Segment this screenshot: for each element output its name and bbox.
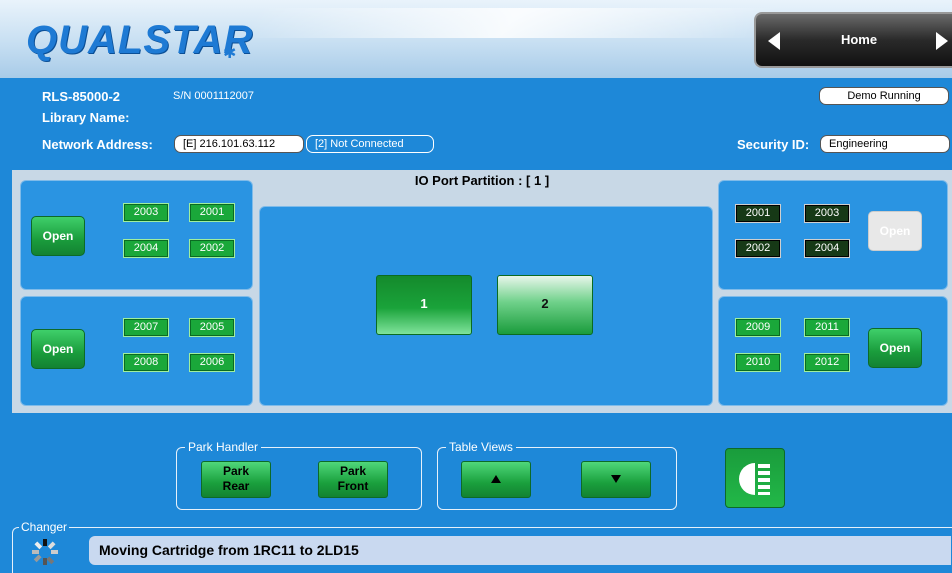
slot[interactable]: 2004 xyxy=(804,239,850,258)
park-handler-group: Park Handler Park Rear Park Front xyxy=(176,440,422,510)
open-magazine-button[interactable]: Open xyxy=(868,211,922,251)
header: QUALSTAR ✱ Home xyxy=(0,0,952,78)
partition-panel: IO Port Partition : [ 1 ] Open 2003 2001… xyxy=(12,170,952,413)
io-port-panel: 1 2 xyxy=(259,206,713,406)
network-status-field[interactable]: [2] Not Connected xyxy=(306,135,434,153)
park-handler-legend: Park Handler xyxy=(185,440,262,454)
loading-spinner-icon xyxy=(32,539,58,565)
qualstar-logo: QUALSTAR xyxy=(26,18,254,62)
network-address-label: Network Address: xyxy=(42,137,153,152)
chevron-right-icon[interactable] xyxy=(936,32,948,50)
slot[interactable]: 2002 xyxy=(735,239,781,258)
light-toggle-button[interactable] xyxy=(725,448,785,508)
slot[interactable]: 2008 xyxy=(123,353,169,372)
park-front-button[interactable]: Park Front xyxy=(318,461,388,498)
library-name-label: Library Name: xyxy=(42,110,130,125)
park-rear-button[interactable]: Park Rear xyxy=(201,461,271,498)
table-views-legend: Table Views xyxy=(446,440,516,454)
open-magazine-button[interactable]: Open xyxy=(31,329,85,369)
security-id-field[interactable]: Engineering xyxy=(820,135,950,153)
slot[interactable]: 2010 xyxy=(735,353,781,372)
park-rear-line1: Park xyxy=(222,464,250,478)
model-name: RLS-85000-2 xyxy=(42,89,121,104)
slot[interactable]: 2012 xyxy=(804,353,850,372)
changer-group: Changer Moving Cartridge from 1RC11 to 2… xyxy=(12,520,952,573)
io-port-1-button[interactable]: 1 xyxy=(376,275,472,335)
headlight-icon xyxy=(739,463,770,495)
park-front-line1: Park xyxy=(339,464,367,478)
slot[interactable]: 2001 xyxy=(735,204,781,223)
slot[interactable]: 2006 xyxy=(189,353,235,372)
table-down-button[interactable] xyxy=(581,461,651,498)
park-rear-line2: Rear xyxy=(222,479,250,493)
slot[interactable]: 2011 xyxy=(804,318,850,337)
network-ip-field[interactable]: [E] 216.101.63.112 xyxy=(174,135,304,153)
logo-star-icon: ✱ xyxy=(223,45,237,62)
changer-legend: Changer xyxy=(19,520,70,534)
slot[interactable]: 2007 xyxy=(123,318,169,337)
table-up-button[interactable] xyxy=(461,461,531,498)
header-swoosh xyxy=(239,8,781,38)
triangle-up-icon xyxy=(491,475,501,483)
io-port-2-button[interactable]: 2 xyxy=(497,275,593,335)
slot[interactable]: 2004 xyxy=(123,239,169,258)
changer-status: Moving Cartridge from 1RC11 to 2LD15 xyxy=(89,536,951,565)
magazine-right-bottom: 2009 2011 2010 2012 Open xyxy=(718,296,948,406)
home-label[interactable]: Home xyxy=(756,32,952,47)
slot[interactable]: 2002 xyxy=(189,239,235,258)
open-magazine-button[interactable]: Open xyxy=(868,328,922,368)
library-info: RLS-85000-2 S/N 0001112007 Library Name:… xyxy=(0,78,952,170)
table-views-group: Table Views xyxy=(437,440,677,510)
run-status-badge: Demo Running xyxy=(819,87,949,105)
magazine-right-top: 2001 2003 2002 2004 Open xyxy=(718,180,948,290)
magazine-left-bottom: Open 2007 2005 2008 2006 xyxy=(20,296,253,406)
serial-number: S/N 0001112007 xyxy=(173,90,254,102)
magazine-left-top: Open 2003 2001 2004 2002 xyxy=(20,180,253,290)
slot[interactable]: 2009 xyxy=(735,318,781,337)
slot[interactable]: 2005 xyxy=(189,318,235,337)
slot[interactable]: 2001 xyxy=(189,203,235,222)
slot[interactable]: 2003 xyxy=(123,203,169,222)
slot[interactable]: 2003 xyxy=(804,204,850,223)
park-front-line2: Front xyxy=(337,479,369,493)
security-id-label: Security ID: xyxy=(737,137,810,152)
open-magazine-button[interactable]: Open xyxy=(31,216,85,256)
home-nav-button[interactable]: Home xyxy=(754,12,952,68)
triangle-down-icon xyxy=(611,475,621,483)
